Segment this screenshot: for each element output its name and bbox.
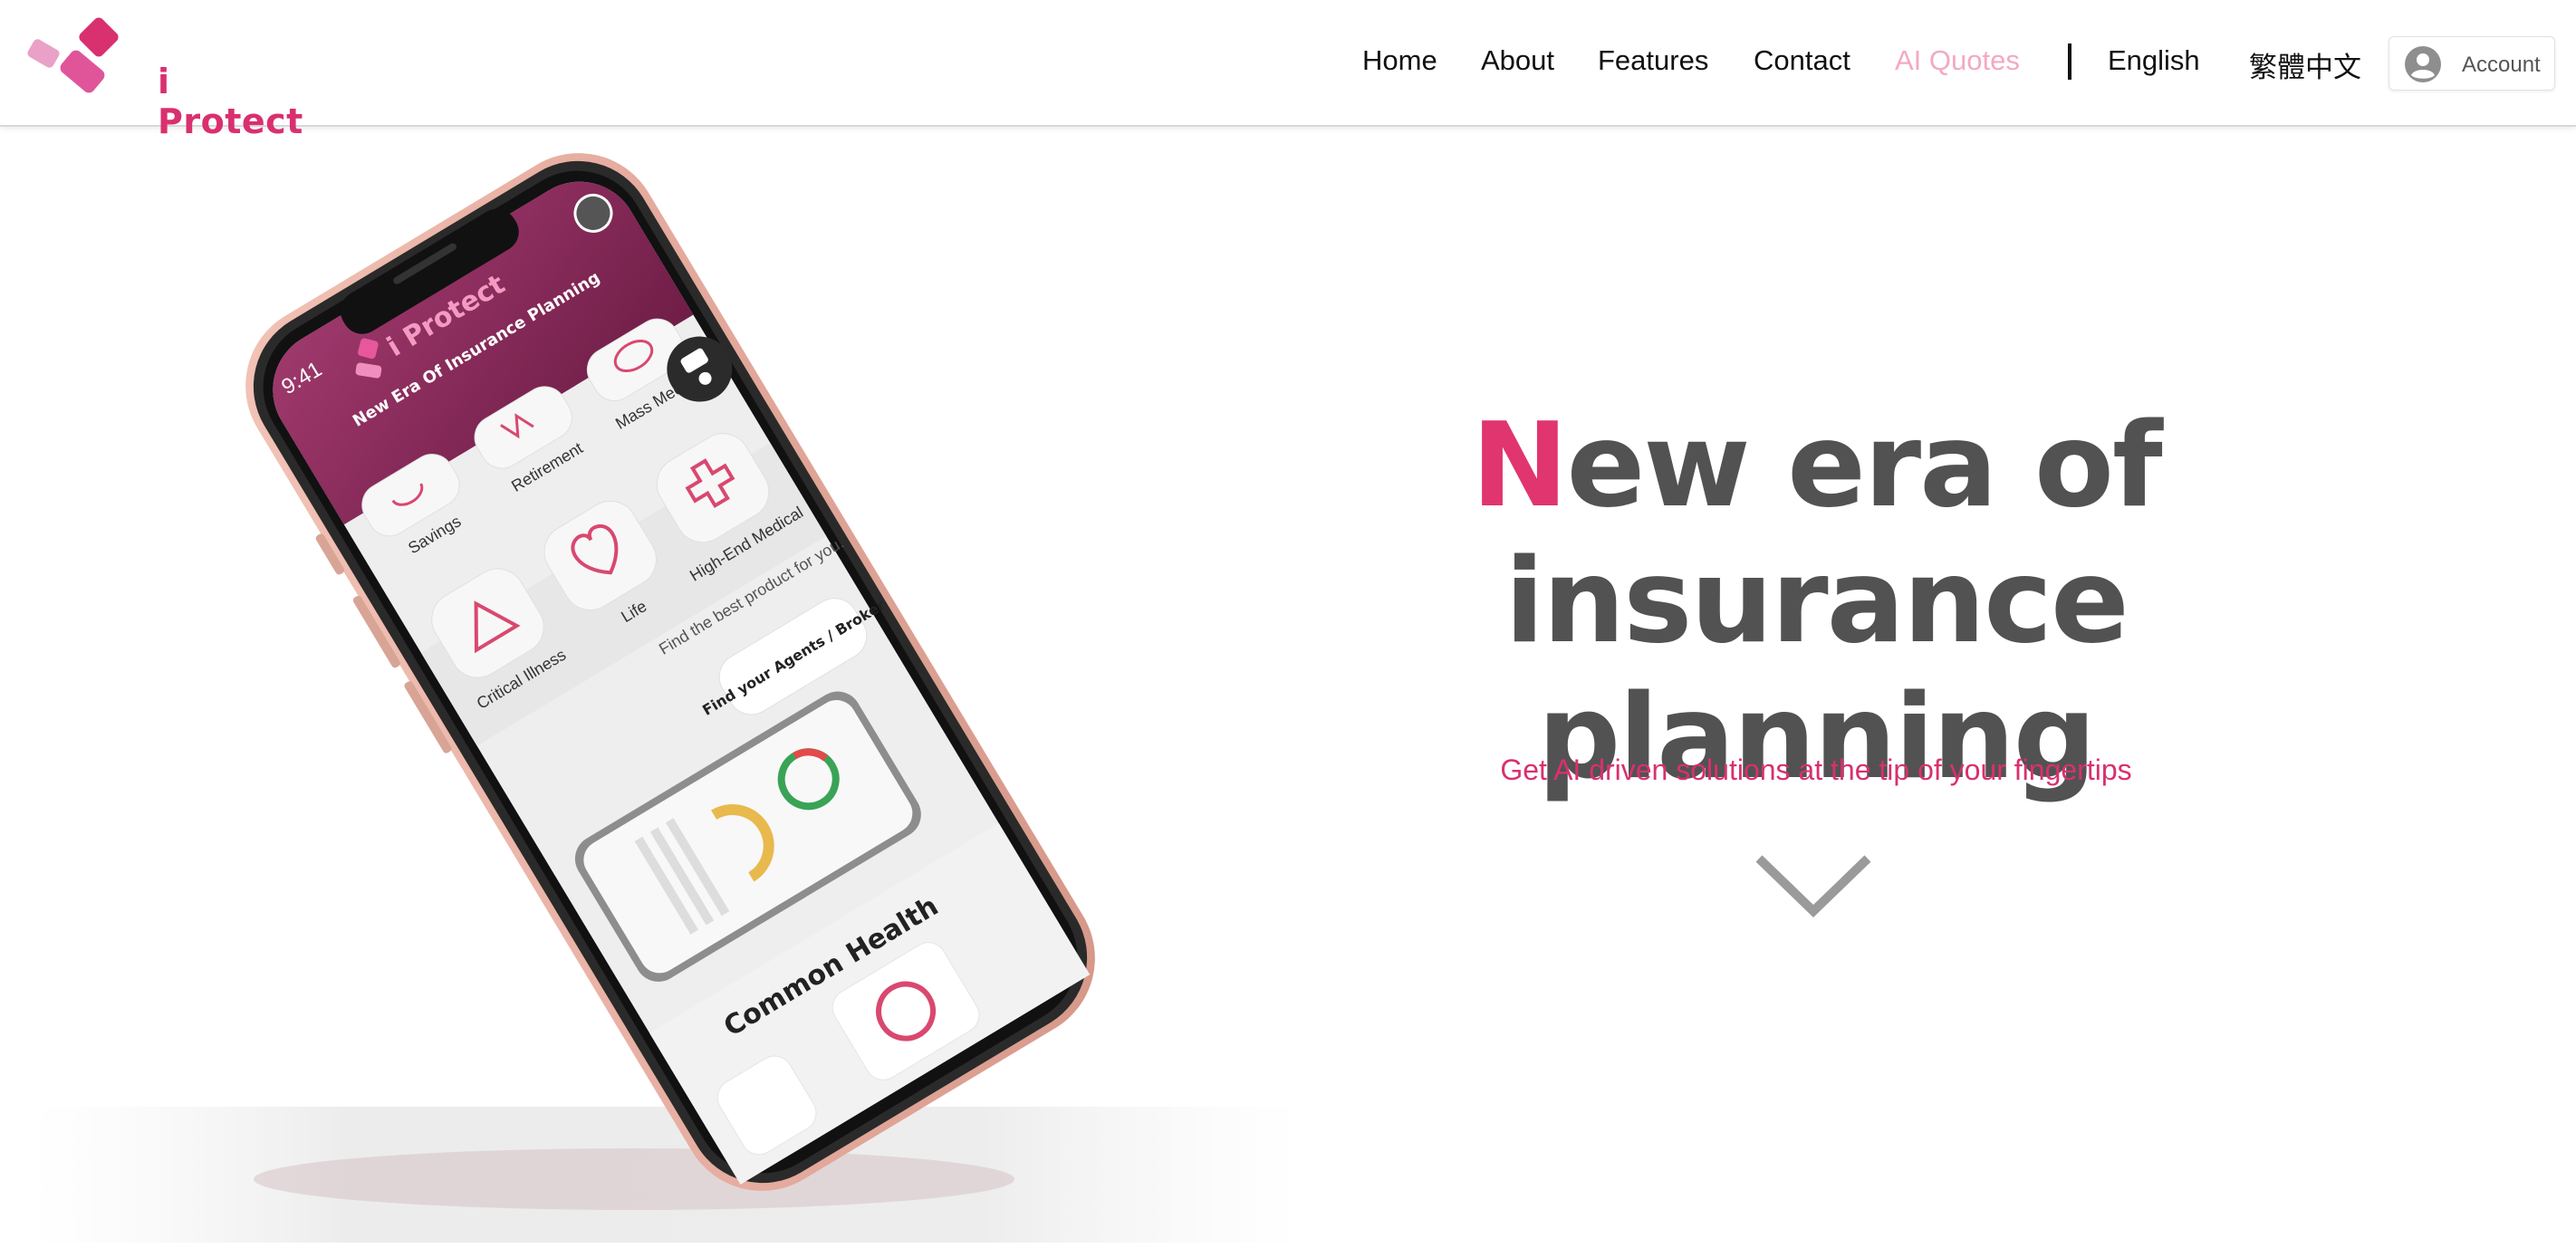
hero-title-initial: N xyxy=(1471,398,1568,533)
nav-home[interactable]: Home xyxy=(1362,44,1437,77)
nav-ai-quotes[interactable]: AI Quotes xyxy=(1895,44,2020,77)
top-navbar: i Protect Home About Features Contact AI… xyxy=(0,0,2576,141)
nav-contact[interactable]: Contact xyxy=(1754,44,1850,77)
hero-title: New era of insurance planning xyxy=(1205,398,2427,806)
chevron-down-icon[interactable] xyxy=(1754,851,1873,920)
user-circle-icon xyxy=(2405,46,2441,82)
main-nav: Home About Features Contact AI Quotes En… xyxy=(0,0,2576,127)
nav-about[interactable]: About xyxy=(1481,44,1554,77)
nav-divider xyxy=(2068,43,2071,80)
phone-illustration: 9:41 i Protect New Era Of Insurance Plan… xyxy=(33,153,1301,1243)
account-button[interactable]: Account xyxy=(2389,36,2555,91)
hero-phone-mockup: 9:41 i Protect New Era Of Insurance Plan… xyxy=(0,129,1322,1248)
lang-traditional-chinese[interactable]: 繁體中文 xyxy=(2249,44,2361,85)
hero-subtitle: Get AI driven solutions at the tip of yo… xyxy=(1500,754,2132,786)
lang-english[interactable]: English xyxy=(2108,44,2200,77)
hero-title-line1: ew era of insurance xyxy=(1504,398,2162,669)
account-label: Account xyxy=(2462,53,2541,77)
nav-features[interactable]: Features xyxy=(1598,44,1708,77)
